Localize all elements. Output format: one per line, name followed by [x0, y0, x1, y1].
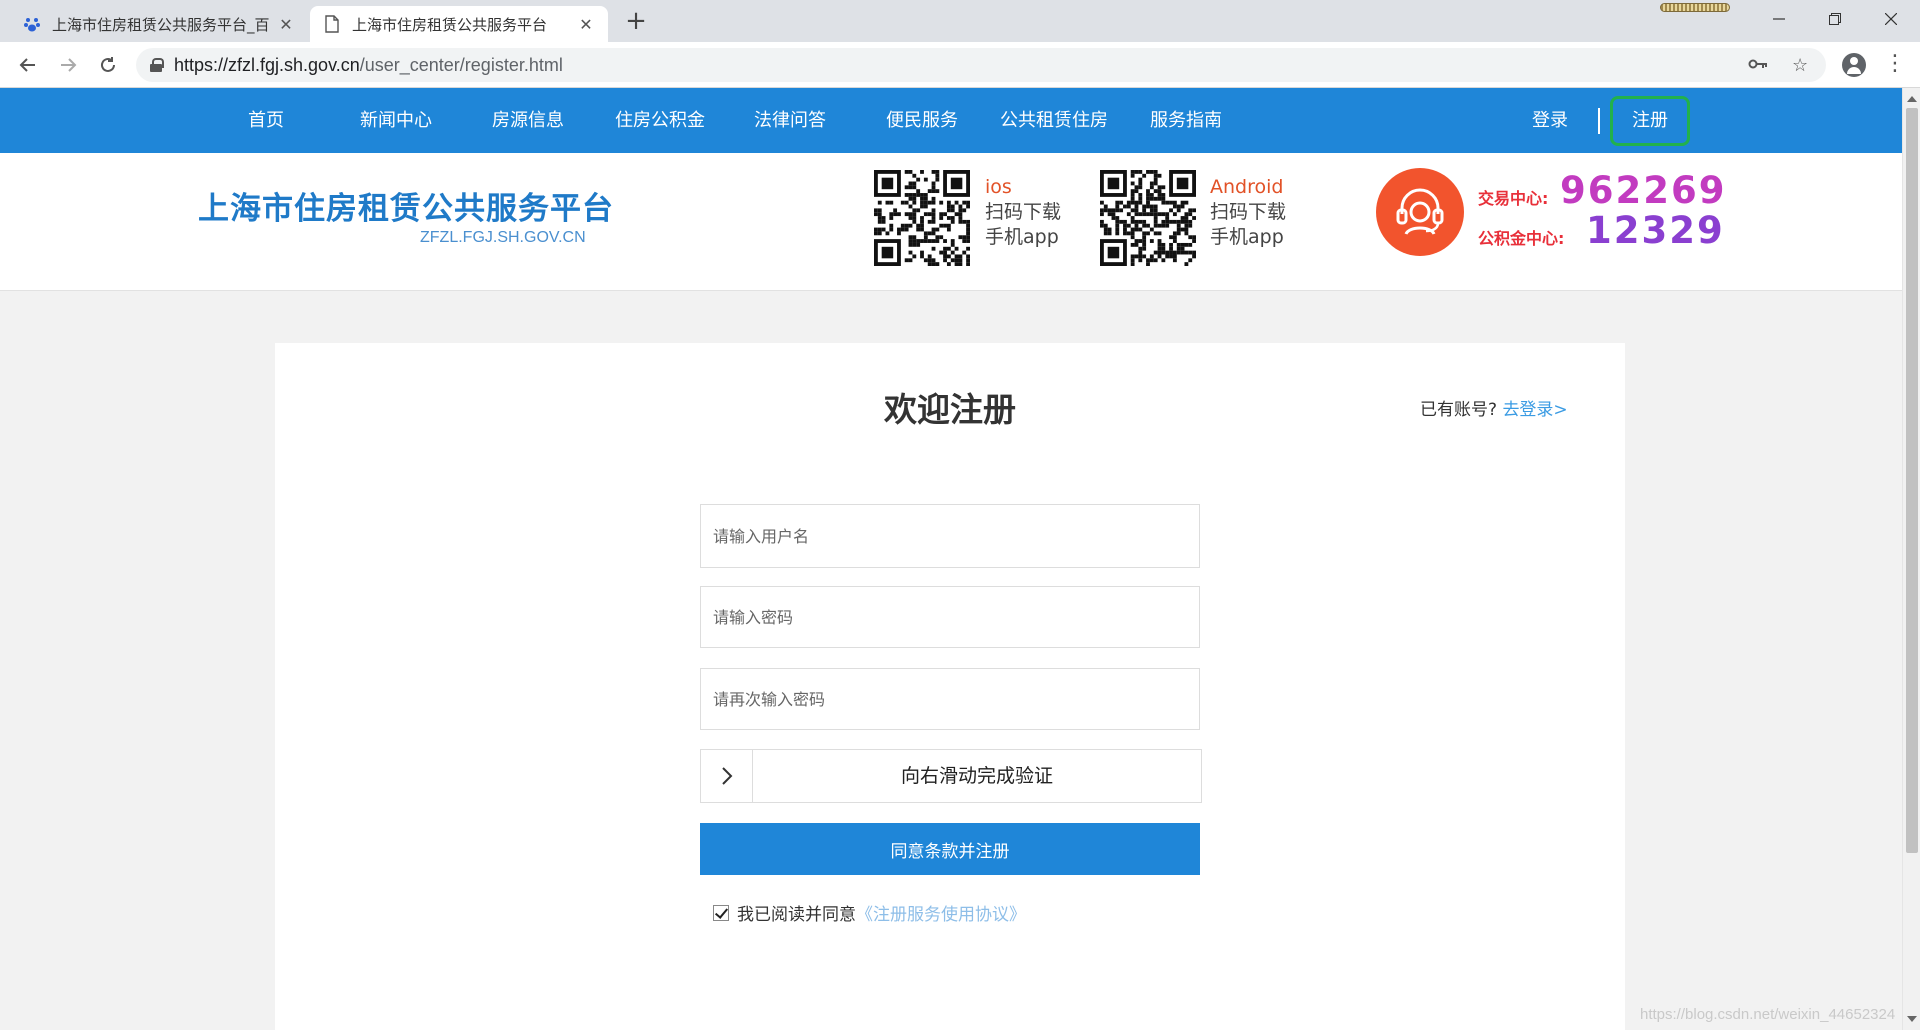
nav-news[interactable]: 新闻中心 — [350, 88, 442, 153]
slide-verify: 向右滑动完成验证 — [700, 749, 1202, 803]
new-tab-button[interactable]: + — [622, 8, 650, 36]
nav-login[interactable]: 登录 — [1524, 88, 1576, 153]
slider-text: 向右滑动完成验证 — [900, 765, 1053, 787]
vertical-scrollbar[interactable] — [1902, 88, 1920, 1030]
site-domain: ZFZL.FGJ.SH.GOV.CN — [420, 229, 586, 246]
restore-button[interactable] — [1806, 0, 1864, 38]
chevron-right-icon — [721, 767, 732, 785]
nav-legal-qa[interactable]: 法律问答 — [744, 88, 836, 153]
scroll-up-icon[interactable] — [1907, 96, 1917, 102]
key-icon[interactable] — [1748, 55, 1768, 76]
ios-qr-code — [874, 170, 970, 266]
url-text: https://zfzl.fgj.sh.gov.cn/user_center/r… — [174, 54, 563, 75]
ios-download-text: ios 扫码下载 手机app — [985, 176, 1062, 248]
forward-button[interactable] — [54, 51, 82, 79]
address-bar: https://zfzl.fgj.sh.gov.cn/user_center/r… — [0, 42, 1920, 88]
scroll-down-icon[interactable] — [1907, 1016, 1917, 1022]
extension-indicator — [1660, 3, 1730, 12]
more-menu-icon[interactable]: ⋮ — [1884, 51, 1906, 76]
tab-title: 上海市住房租赁公共服务平台_百 — [52, 15, 270, 34]
star-icon[interactable]: ☆ — [1792, 55, 1808, 76]
tab-register[interactable]: 上海市住房租赁公共服务平台 ✕ — [310, 6, 608, 42]
hotline-fund-label: 公积金中心: — [1478, 229, 1565, 248]
reload-button[interactable] — [94, 51, 122, 79]
password-input[interactable] — [700, 586, 1200, 648]
headset-icon — [1376, 168, 1464, 256]
hotline-trade-label: 交易中心: — [1478, 189, 1549, 208]
agree-checkbox[interactable] — [713, 904, 729, 921]
profile-icon[interactable] — [1842, 53, 1866, 77]
nav-services[interactable]: 便民服务 — [876, 88, 968, 153]
minimize-button[interactable] — [1750, 0, 1808, 38]
url-input[interactable]: https://zfzl.fgj.sh.gov.cn/user_center/r… — [136, 48, 1826, 82]
nav-home[interactable]: 首页 — [228, 88, 304, 153]
android-download-text: Android 扫码下载 手机app — [1210, 176, 1287, 248]
tab-baidu[interactable]: 上海市住房租赁公共服务平台_百 ✕ — [10, 6, 308, 42]
close-icon[interactable]: ✕ — [276, 14, 296, 34]
register-card: 欢迎注册 已有账号? 去登录> 向右滑动完成验证 同意条款并注册 我已阅读并同意… — [275, 343, 1625, 1030]
confirm-password-input[interactable] — [700, 668, 1200, 730]
android-qr-code — [1100, 170, 1196, 266]
nav-divider — [1598, 108, 1600, 134]
tab-title: 上海市住房租赁公共服务平台 — [352, 15, 548, 34]
slider-handle[interactable] — [701, 750, 753, 802]
nav-listings[interactable]: 房源信息 — [482, 88, 574, 153]
page-icon — [322, 14, 342, 34]
paw-icon — [22, 14, 42, 34]
username-input[interactable] — [700, 504, 1200, 568]
browser-tab-bar: 上海市住房租赁公共服务平台_百 ✕ 上海市住房租赁公共服务平台 ✕ + — [0, 0, 1920, 42]
site-navigation: 首页 新闻中心 房源信息 住房公积金 法律问答 便民服务 公共租赁住房 服务指南… — [0, 88, 1902, 153]
agreement-link[interactable]: 《注册服务使用协议》 — [856, 900, 1026, 925]
site-logo-title[interactable]: 上海市住房租赁公共服务平台 — [198, 183, 614, 228]
scroll-thumb[interactable] — [1906, 108, 1918, 853]
back-button[interactable] — [14, 51, 42, 79]
register-submit-button[interactable]: 同意条款并注册 — [700, 823, 1200, 875]
have-account-text: 已有账号? — [1420, 400, 1498, 420]
hotline-trade-number: 962269 — [1560, 169, 1727, 212]
hotline-fund-number: 12329 — [1586, 209, 1725, 252]
nav-housing-fund[interactable]: 住房公积金 — [610, 88, 710, 153]
lock-icon — [150, 58, 164, 72]
page-viewport: 首页 新闻中心 房源信息 住房公积金 法律问答 便民服务 公共租赁住房 服务指南… — [0, 88, 1902, 1030]
go-login-link[interactable]: 去登录> — [1502, 400, 1567, 420]
nav-guide[interactable]: 服务指南 — [1140, 88, 1232, 153]
site-header: 上海市住房租赁公共服务平台 ZFZL.FGJ.SH.GOV.CN ios 扫码下… — [0, 153, 1902, 291]
close-icon[interactable]: ✕ — [576, 14, 596, 34]
watermark: https://blog.csdn.net/weixin_44652324 — [1640, 1006, 1896, 1023]
nav-register[interactable]: 注册 — [1624, 88, 1676, 153]
login-prompt: 已有账号? 去登录> — [1420, 395, 1568, 420]
window-close-button[interactable] — [1862, 0, 1920, 38]
agreement-row: 我已阅读并同意 《注册服务使用协议》 — [713, 900, 1026, 925]
nav-public-housing[interactable]: 公共租赁住房 — [996, 88, 1112, 153]
agree-text: 我已阅读并同意 — [737, 905, 856, 925]
